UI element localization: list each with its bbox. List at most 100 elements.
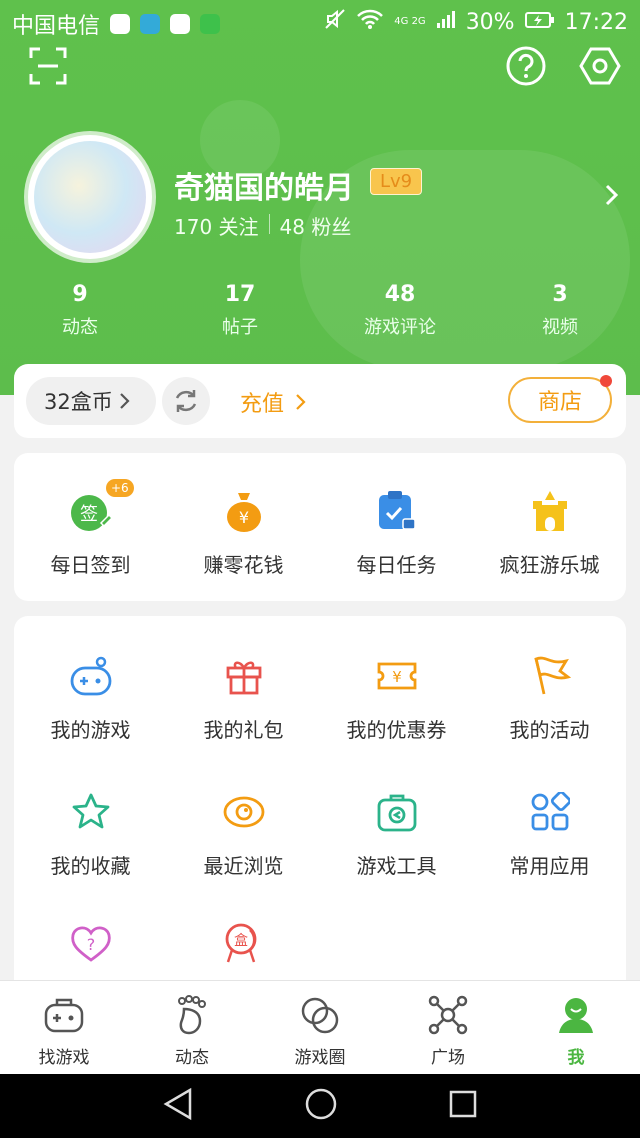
- tab-game-circle[interactable]: 游戏圈: [256, 981, 384, 1075]
- user-icon: [512, 995, 640, 1039]
- chevron-right-icon: [119, 393, 130, 409]
- wifi-icon: [356, 8, 384, 36]
- daily-task[interactable]: 每日任务: [320, 487, 473, 578]
- nav-label: 广场: [431, 1048, 465, 1068]
- coins-card: 32盒币 充值 商店: [14, 364, 626, 438]
- circles-icon: [256, 995, 384, 1039]
- profile-summary[interactable]: 奇猫国的皓月 Lv9 170 关注 48 粉丝: [28, 135, 620, 265]
- chevron-right-icon[interactable]: [604, 183, 620, 211]
- stat-label: 游戏评论: [364, 317, 436, 338]
- nav-label: 找游戏: [38, 1048, 90, 1068]
- level-badge: Lv9: [370, 168, 423, 195]
- settings-icon[interactable]: [578, 44, 622, 88]
- username: 奇猫国的皓月: [174, 171, 354, 206]
- box-medal[interactable]: 盒: [167, 920, 320, 968]
- tab-square[interactable]: 广场: [384, 981, 512, 1075]
- bottom-navigation: 找游戏 动态 游戏圈 广场 我: [0, 980, 640, 1075]
- action-label: 每日任务: [356, 553, 437, 577]
- money-bag-icon: ¥: [167, 487, 320, 535]
- star-icon: [14, 788, 167, 836]
- system-navigation-bar: [0, 1074, 640, 1138]
- gift-icon: [167, 652, 320, 700]
- signal-icon: [436, 9, 456, 35]
- svg-text:¥: ¥: [238, 508, 248, 527]
- stat-number: 3: [552, 282, 568, 307]
- menu-label: 我的优惠券: [346, 718, 447, 742]
- sign-in-icon: 签: [14, 487, 167, 535]
- my-coupons[interactable]: ¥ 我的优惠券: [320, 652, 473, 743]
- avatar[interactable]: [28, 135, 152, 259]
- daily-checkin[interactable]: 签 +6 每日签到: [14, 479, 167, 578]
- stat-videos[interactable]: 3 视频: [480, 282, 640, 352]
- svg-text:盒: 盒: [234, 932, 248, 949]
- home-icon[interactable]: [304, 1087, 338, 1125]
- back-icon[interactable]: [162, 1087, 194, 1125]
- svg-text:¥: ¥: [392, 668, 402, 686]
- stat-number: 9: [72, 282, 88, 307]
- app-notify-icon: [110, 14, 131, 34]
- toolbox-icon: [320, 788, 473, 836]
- action-label: 每日签到: [50, 553, 131, 577]
- menu-label: 我的收藏: [50, 854, 131, 878]
- mute-icon: [324, 8, 346, 36]
- my-favorites[interactable]: 我的收藏: [14, 788, 167, 879]
- scan-icon[interactable]: [26, 44, 70, 88]
- stat-game-reviews[interactable]: 48 游戏评论: [320, 282, 480, 352]
- tab-dynamic[interactable]: 动态: [128, 981, 256, 1075]
- map-notify-icon: [140, 14, 161, 34]
- shop-button[interactable]: 商店: [508, 375, 612, 423]
- footprint-icon: [128, 995, 256, 1039]
- coin-balance-button[interactable]: 32盒币: [26, 377, 156, 425]
- crazy-playground[interactable]: 疯狂游乐城: [473, 487, 626, 578]
- refresh-button[interactable]: [162, 377, 210, 425]
- stat-label: 帖子: [222, 317, 258, 338]
- stat-number: 48: [384, 282, 416, 307]
- game-tools[interactable]: 游戏工具: [320, 788, 473, 879]
- help-heart-icon: ?: [14, 920, 167, 968]
- fans-count[interactable]: 48 粉丝: [280, 211, 352, 240]
- stat-number: 17: [224, 282, 256, 307]
- recharge-link[interactable]: 充值: [240, 386, 307, 418]
- help-icon[interactable]: [504, 44, 548, 88]
- gamepad-nav-icon: [0, 995, 128, 1039]
- earn-money[interactable]: ¥ 赚零花钱: [167, 487, 320, 578]
- chevron-right-icon: [296, 394, 306, 410]
- gamepad-icon: [14, 652, 167, 700]
- medal-icon: 盒: [167, 920, 320, 968]
- my-gift-packs[interactable]: 我的礼包: [167, 652, 320, 743]
- top-toolbar: [0, 44, 640, 96]
- status-bar: 中国电信 4G 2G 30% 17:22: [0, 0, 640, 44]
- activity-stats: 9 动态 17 帖子 48 游戏评论 3 视频: [0, 282, 640, 352]
- checkin-badge: +6: [106, 479, 134, 497]
- menu-label: 我的礼包: [203, 718, 284, 742]
- my-menu-card: 我的游戏 我的礼包 ¥ 我的优惠券 我的活动 我的收藏 最近浏览 游戏工具 常用…: [14, 616, 626, 996]
- battery-icon: [524, 10, 555, 35]
- battery-percent: 30%: [465, 9, 515, 35]
- carrier-text: 中国电信: [12, 14, 101, 39]
- tab-find-games[interactable]: 找游戏: [0, 981, 128, 1075]
- following-count[interactable]: 170 关注: [174, 211, 259, 240]
- notification-dot: [600, 375, 612, 387]
- coin-balance: 32盒币: [44, 390, 113, 414]
- my-games[interactable]: 我的游戏: [14, 652, 167, 743]
- help-center[interactable]: ?: [14, 920, 167, 968]
- network-type: 4G 2G: [394, 16, 426, 27]
- stat-label: 动态: [62, 317, 98, 338]
- shop-label: 商店: [537, 390, 582, 415]
- coupon-icon: ¥: [320, 652, 473, 700]
- stat-posts-dynamic[interactable]: 9 动态: [0, 282, 160, 352]
- my-events[interactable]: 我的活动: [473, 652, 626, 743]
- task-clipboard-icon: [320, 487, 473, 535]
- menu-label: 常用应用: [509, 854, 590, 878]
- menu-label: 游戏工具: [356, 854, 437, 878]
- refresh-icon: [175, 390, 197, 412]
- action-label: 赚零花钱: [203, 553, 284, 577]
- menu-label: 最近浏览: [203, 854, 284, 878]
- recents-icon[interactable]: [448, 1089, 478, 1123]
- stat-threads[interactable]: 17 帖子: [160, 282, 320, 352]
- common-apps[interactable]: 常用应用: [473, 788, 626, 879]
- svg-text:签: 签: [80, 504, 98, 525]
- tab-me[interactable]: 我: [512, 981, 640, 1075]
- eye-icon: [167, 788, 320, 836]
- recent-browsing[interactable]: 最近浏览: [167, 788, 320, 879]
